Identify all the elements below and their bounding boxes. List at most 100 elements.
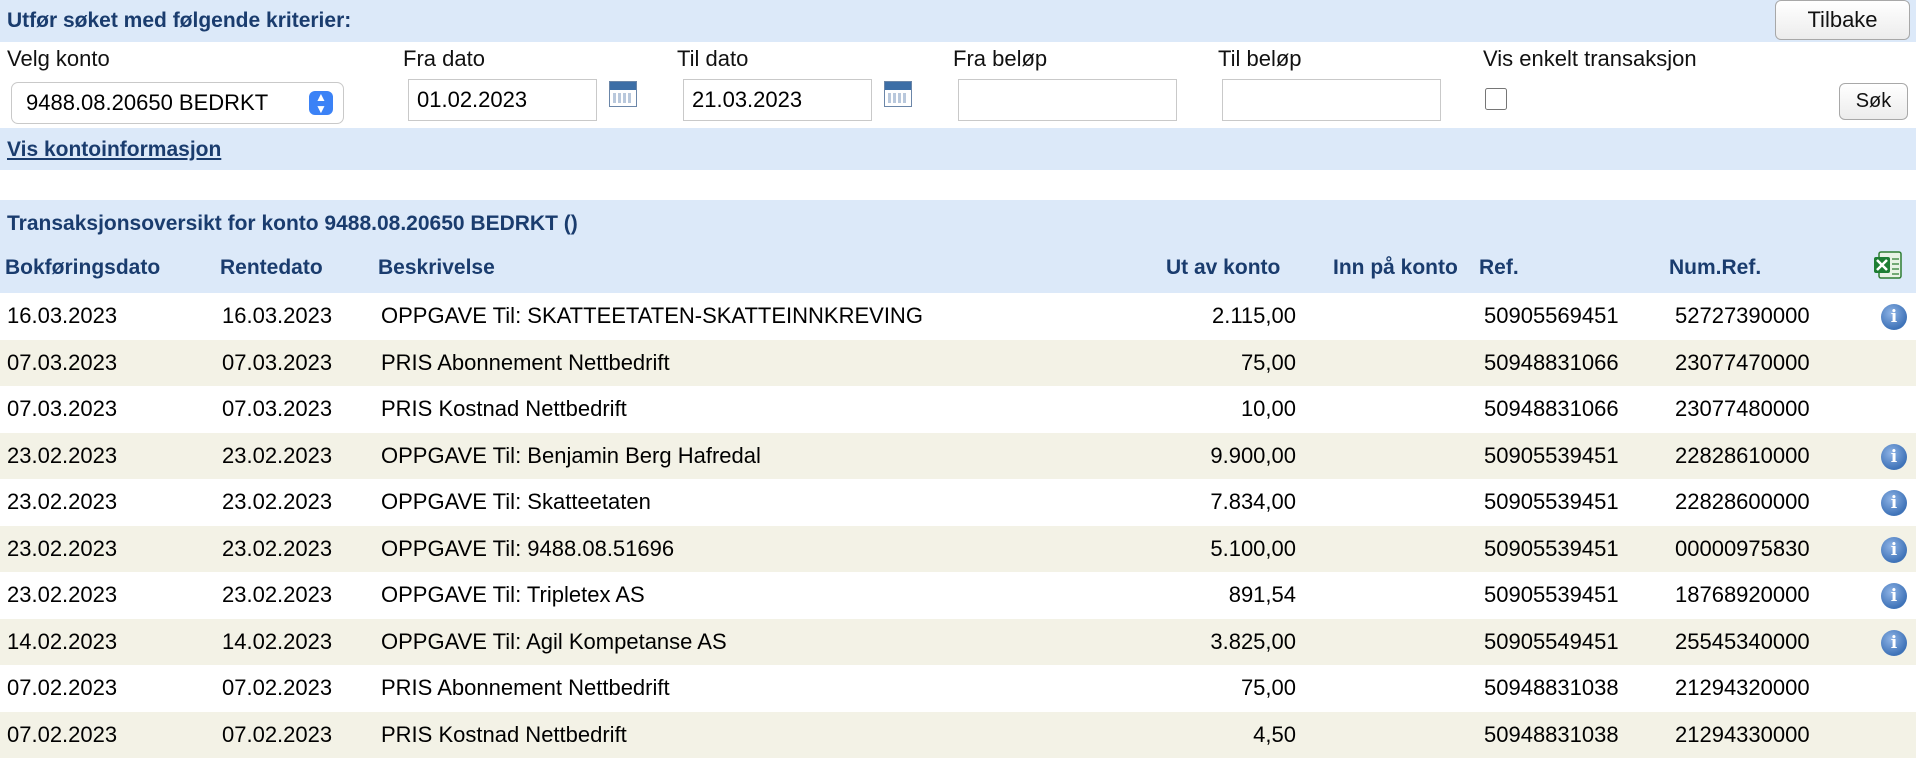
cell-booking-date: 07.03.2023 xyxy=(7,349,118,375)
cell-ref: 50948831038 xyxy=(1484,675,1619,700)
table-row[interactable]: 23.02.2023 23.02.2023 OPPGAVE Til: 9488.… xyxy=(0,525,1916,572)
col-header-numref[interactable]: Num.Ref. xyxy=(1669,256,1761,280)
cell-numref: 52727390000 xyxy=(1675,303,1810,328)
info-icon[interactable]: i xyxy=(1881,629,1907,656)
cell-booking-date: 23.02.2023 xyxy=(7,442,118,468)
from-amount-label: Fra beløp xyxy=(953,46,1048,71)
table-row[interactable]: 07.02.2023 07.02.2023 PRIS Kostnad Nettb… xyxy=(0,711,1916,758)
cell-description: PRIS Abonnement Nettbedrift xyxy=(381,349,670,375)
col-header-booking-date[interactable]: Bokføringsdato xyxy=(5,256,160,280)
cell-ref: 50905539451 xyxy=(1484,489,1619,514)
from-amount-input[interactable] xyxy=(958,79,1177,121)
cell-description: PRIS Abonnement Nettbedrift xyxy=(381,675,670,700)
to-date-label: Til dato xyxy=(677,46,749,71)
cell-description: OPPGAVE Til: Benjamin Berg Hafredal xyxy=(381,442,761,468)
info-icon[interactable]: i xyxy=(1881,490,1907,516)
single-transaction-checkbox[interactable] xyxy=(1485,88,1507,110)
table-row[interactable]: 07.03.2023 07.03.2023 PRIS Abonnement Ne… xyxy=(0,339,1916,386)
info-icon[interactable]: i xyxy=(1881,443,1907,470)
calendar-icon[interactable] xyxy=(884,81,912,107)
cell-ref: 50905539451 xyxy=(1484,582,1619,607)
col-header-out[interactable]: Ut av konto xyxy=(1166,256,1280,280)
cell-ref: 50948831066 xyxy=(1484,396,1619,421)
account-select-value: 9488.08.20650 BEDRKT xyxy=(26,90,269,115)
cell-numref: 23077470000 xyxy=(1675,349,1810,375)
table-row[interactable]: 23.02.2023 23.02.2023 OPPGAVE Til: Benja… xyxy=(0,432,1916,479)
back-button[interactable]: Tilbake xyxy=(1775,0,1910,40)
cell-interest-date: 14.02.2023 xyxy=(222,628,333,654)
overview-title: Transaksjonsoversikt for konto 9488.08.2… xyxy=(7,212,578,235)
search-title: Utfør søket med følgende kriterier: xyxy=(7,9,352,32)
account-label: Velg konto xyxy=(7,46,110,71)
cell-out: 75,00 xyxy=(1240,349,1296,375)
info-icon[interactable]: i xyxy=(1881,583,1907,609)
table-row[interactable]: 07.02.2023 07.02.2023 PRIS Abonnement Ne… xyxy=(0,665,1916,712)
cell-numref: 22828610000 xyxy=(1675,442,1810,468)
cell-description: OPPGAVE Til: 9488.08.51696 xyxy=(381,535,675,561)
table-row[interactable]: 23.02.2023 23.02.2023 OPPGAVE Til: Tripl… xyxy=(0,572,1916,619)
cell-booking-date: 14.02.2023 xyxy=(7,628,118,654)
cell-ref: 50905569451 xyxy=(1484,303,1619,328)
table-row[interactable]: 07.03.2023 07.03.2023 PRIS Kostnad Nettb… xyxy=(0,386,1916,433)
to-amount-label: Til beløp xyxy=(1218,46,1302,71)
search-button[interactable]: Søk xyxy=(1839,83,1908,120)
cell-interest-date: 07.02.2023 xyxy=(222,721,333,747)
to-date-input[interactable] xyxy=(683,79,872,121)
to-amount-input[interactable] xyxy=(1222,79,1441,121)
account-select[interactable]: 9488.08.20650 BEDRKT ▲ ▼ xyxy=(11,82,344,124)
col-header-interest-date[interactable]: Rentedato xyxy=(220,256,323,280)
cell-out: 9.900,00 xyxy=(1210,442,1296,468)
calendar-icon[interactable] xyxy=(609,81,637,107)
table-row[interactable]: 14.02.2023 14.02.2023 OPPGAVE Til: Agil … xyxy=(0,618,1916,665)
cell-numref: 23077480000 xyxy=(1675,396,1810,421)
cell-numref: 18768920000 xyxy=(1675,582,1810,607)
cell-booking-date: 07.02.2023 xyxy=(7,675,118,700)
table-row[interactable]: 16.03.2023 16.03.2023 OPPGAVE Til: SKATT… xyxy=(0,293,1916,340)
info-icon[interactable]: i xyxy=(1881,536,1907,563)
cell-out: 7.834,00 xyxy=(1210,489,1296,514)
info-icon[interactable]: i xyxy=(1881,304,1907,330)
col-header-ref[interactable]: Ref. xyxy=(1479,256,1519,280)
cell-interest-date: 23.02.2023 xyxy=(222,535,333,561)
cell-interest-date: 07.03.2023 xyxy=(222,349,333,375)
cell-description: OPPGAVE Til: Tripletex AS xyxy=(381,582,645,607)
cell-interest-date: 16.03.2023 xyxy=(222,303,333,328)
cell-out: 75,00 xyxy=(1240,675,1296,700)
single-transaction-label: Vis enkelt transaksjon xyxy=(1483,46,1697,71)
col-header-in[interactable]: Inn på konto xyxy=(1333,256,1458,280)
cell-description: PRIS Kostnad Nettbedrift xyxy=(381,396,627,421)
cell-out: 2.115,00 xyxy=(1211,303,1296,328)
chevron-updown-icon: ▲ ▼ xyxy=(309,91,333,115)
cell-numref: 00000975830 xyxy=(1675,535,1810,561)
account-info-link[interactable]: Vis kontoinformasjon xyxy=(7,138,221,162)
col-header-description[interactable]: Beskrivelse xyxy=(378,256,495,280)
cell-ref: 50905539451 xyxy=(1484,442,1619,468)
cell-numref: 21294330000 xyxy=(1675,721,1810,747)
cell-numref: 22828600000 xyxy=(1675,489,1810,514)
cell-ref: 50905549451 xyxy=(1484,628,1619,654)
cell-numref: 21294320000 xyxy=(1675,675,1810,700)
cell-interest-date: 07.02.2023 xyxy=(222,675,333,700)
cell-booking-date: 23.02.2023 xyxy=(7,535,118,561)
cell-ref: 50948831038 xyxy=(1484,721,1619,747)
cell-out: 4,50 xyxy=(1253,721,1296,747)
table-row[interactable]: 23.02.2023 23.02.2023 OPPGAVE Til: Skatt… xyxy=(0,479,1916,526)
cell-interest-date: 23.02.2023 xyxy=(222,442,333,468)
cell-description: OPPGAVE Til: SKATTEETATEN-SKATTEINNKREVI… xyxy=(381,303,923,328)
cell-out: 5.100,00 xyxy=(1210,535,1296,561)
from-date-input[interactable] xyxy=(408,79,597,121)
cell-out: 891,54 xyxy=(1228,582,1296,607)
cell-booking-date: 16.03.2023 xyxy=(7,303,118,328)
cell-numref: 25545340000 xyxy=(1675,628,1810,654)
cell-booking-date: 23.02.2023 xyxy=(7,582,118,607)
cell-description: OPPGAVE Til: Skatteetaten xyxy=(381,489,651,514)
cell-ref: 50948831066 xyxy=(1484,349,1619,375)
cell-interest-date: 07.03.2023 xyxy=(222,396,333,421)
cell-booking-date: 07.03.2023 xyxy=(7,396,118,421)
cell-interest-date: 23.02.2023 xyxy=(222,582,333,607)
cell-booking-date: 07.02.2023 xyxy=(7,721,118,747)
from-date-label: Fra dato xyxy=(403,46,485,71)
cell-out: 10,00 xyxy=(1240,396,1296,421)
cell-out: 3.825,00 xyxy=(1210,628,1296,654)
excel-export-icon[interactable] xyxy=(1873,250,1903,280)
